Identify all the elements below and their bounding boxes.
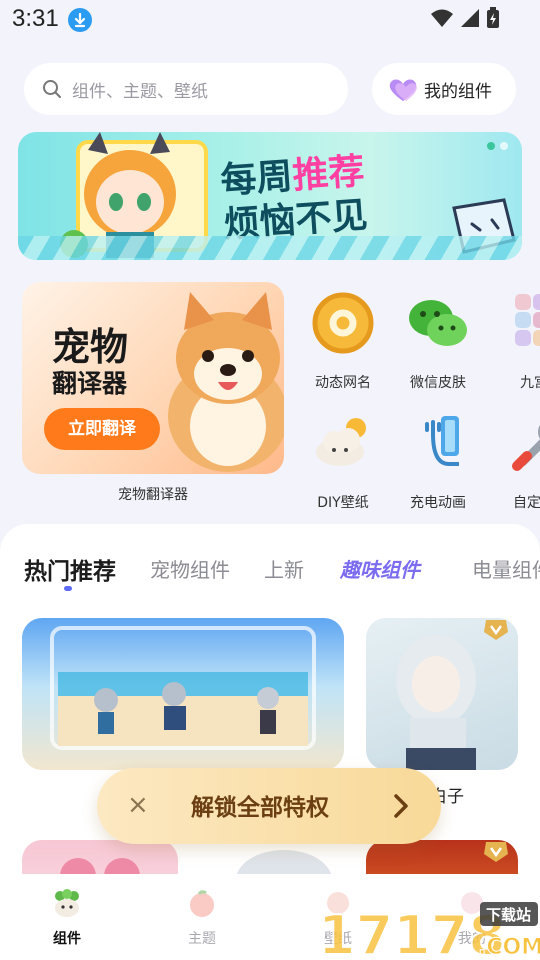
grid-item-dynamic-name[interactable]: 动态网名 (295, 290, 391, 392)
cloud-sun-icon (316, 418, 366, 466)
grid-item-diy-wallpaper[interactable]: DIY壁纸 (295, 410, 391, 512)
wechat-icon (409, 300, 467, 346)
grid-blocks-icon (515, 294, 540, 346)
heart-icon (389, 79, 417, 101)
translate-now-button[interactable]: 立即翻译 (44, 408, 160, 450)
pet-title-line2: 翻译器 (52, 369, 128, 398)
wifi-icon (431, 9, 453, 27)
unlock-all-privileges-banner[interactable]: × 解锁全部特权 (97, 768, 441, 844)
my-widgets-label: 我的组件 (424, 82, 492, 102)
pet-translator-card[interactable]: 宠物 翻译器 立即翻译 (22, 282, 284, 474)
widget-mascot-icon (55, 889, 79, 917)
promo-banner[interactable]: 每周推荐 烦恼不见 (18, 132, 522, 260)
site-watermark-logo: 17178 下载站 .COM (318, 902, 540, 960)
at-icon (312, 292, 374, 354)
battery-charging-icon (487, 7, 499, 28)
charger-icon (425, 416, 459, 466)
widget-card-white-hair-girl[interactable] (366, 618, 518, 770)
tab-fun-widgets[interactable]: 趣味组件 (340, 554, 420, 583)
grid-item-nine-grid[interactable]: 九宫 (486, 290, 540, 392)
chevron-right-icon (394, 794, 408, 818)
grid-item-customize[interactable]: 自定义 (486, 410, 540, 512)
search-placeholder: 组件、主题、壁纸 (72, 82, 208, 102)
nav-themes[interactable]: 主题 (162, 888, 242, 948)
grid-item-wechat-skin[interactable]: 微信皮肤 (390, 290, 486, 392)
status-bar: 3:31 (0, 0, 540, 40)
grid-item-charging-animation[interactable]: 充电动画 (390, 410, 486, 512)
pet-translator-label: 宠物翻译器 (118, 487, 188, 503)
tab-pet-widgets[interactable]: 宠物组件 (150, 554, 230, 583)
vip-badge-icon (484, 842, 508, 862)
shiba-dog-illustration (168, 292, 284, 472)
svg-text:下载站: 下载站 (486, 906, 531, 924)
status-time: 3:31 (12, 5, 59, 32)
unlock-label: 解锁全部特权 (191, 795, 329, 821)
svg-text:.COM: .COM (478, 935, 540, 960)
banner-title: 每周推荐 烦恼不见 (219, 151, 369, 246)
pet-title-line1: 宠物 (52, 325, 129, 369)
wrench-icon (512, 425, 540, 471)
tab-new[interactable]: 上新 (264, 554, 304, 583)
close-icon[interactable]: × (127, 790, 153, 820)
tab-battery-widgets[interactable]: 电量组件 (472, 554, 540, 583)
vip-badge-icon (484, 620, 508, 640)
signal-icon (461, 9, 479, 27)
peach-icon (190, 890, 214, 917)
search-bar[interactable]: 组件、主题、壁纸 (24, 63, 348, 115)
banner-pager (487, 142, 508, 150)
nav-widgets[interactable]: 组件 (27, 888, 107, 948)
download-icon (68, 8, 92, 32)
search-icon (43, 80, 61, 98)
widget-card-beach[interactable] (22, 618, 344, 770)
beach-scene-illustration (50, 626, 316, 750)
my-widgets-button[interactable]: 我的组件 (372, 63, 516, 115)
category-tabs: 热门推荐 宠物组件 上新 趣味组件 电量组件 (0, 548, 540, 592)
active-tab-indicator (64, 586, 72, 591)
tab-hot[interactable]: 热门推荐 (24, 552, 116, 586)
